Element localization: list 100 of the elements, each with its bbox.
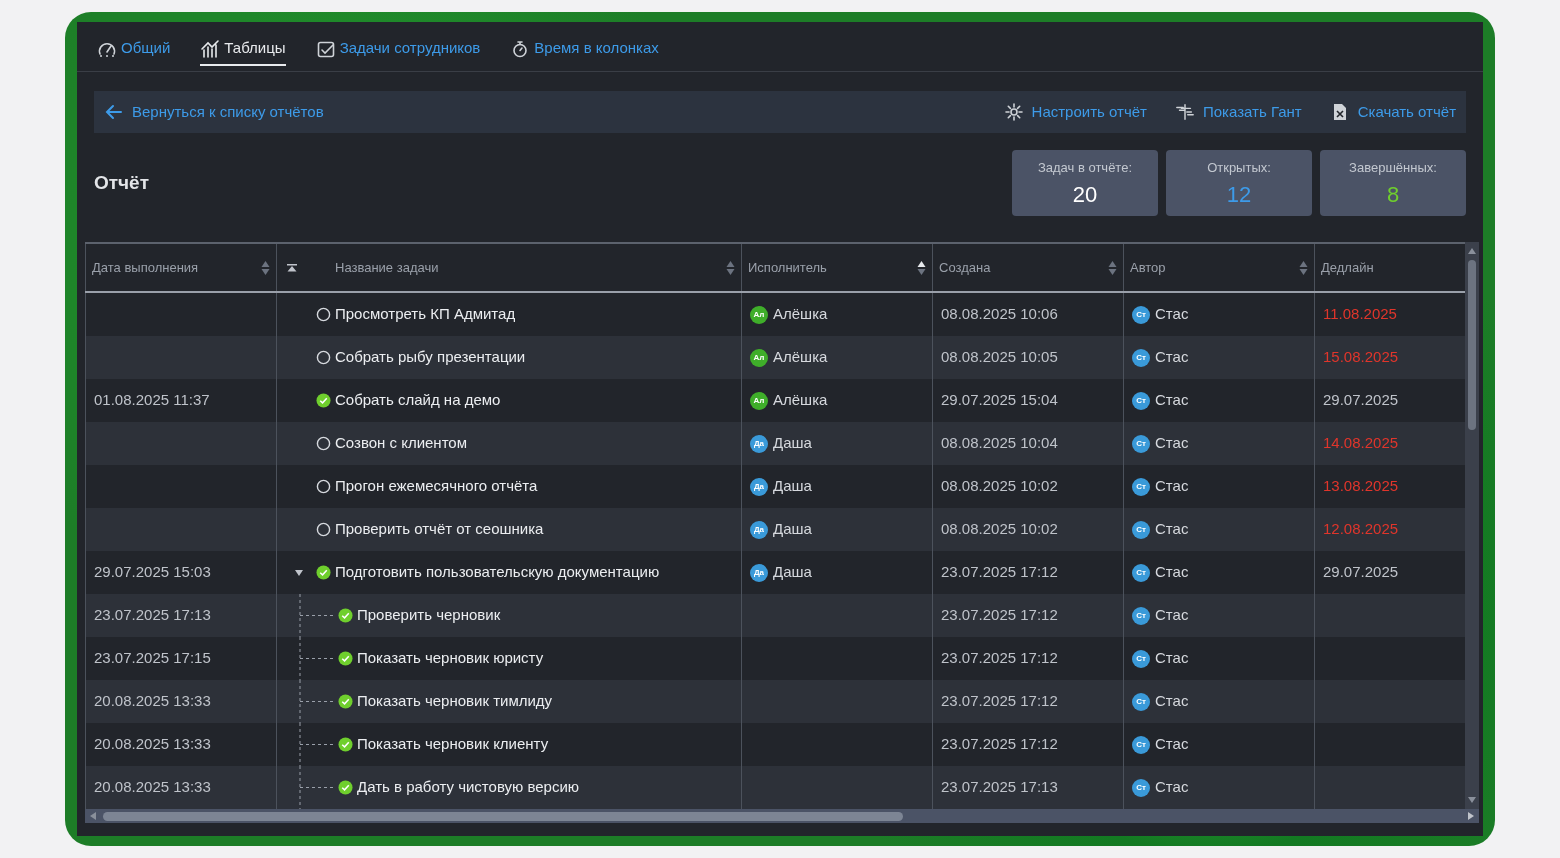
avatar: Ст — [1132, 778, 1150, 797]
completion-date: 23.07.2025 17:13 — [94, 605, 211, 626]
open-circle-icon[interactable] — [316, 479, 331, 494]
task-title: Подготовить пользовательскую документацию — [335, 562, 660, 583]
assignee-name: Алёшка — [773, 304, 828, 325]
scroll-thumb[interactable] — [1468, 260, 1476, 430]
author-name: Стас — [1155, 519, 1189, 540]
stat-label: Завершённых: — [1348, 159, 1438, 177]
column-header: Название задачи — [335, 258, 439, 277]
deadline-date: 15.08.2025 — [1323, 347, 1399, 368]
collapse-all-icon[interactable] — [287, 262, 297, 273]
author-name: Стас — [1155, 605, 1189, 626]
avatar: Ст — [1132, 305, 1150, 324]
task-title: Проверить черновик — [357, 605, 501, 626]
task-title: Созвон с клиентом — [335, 433, 467, 454]
column-header: Создана — [939, 258, 991, 277]
avatar: Ст — [1132, 649, 1150, 668]
author-name: Стас — [1155, 304, 1189, 325]
tab[interactable]: Время в колонках — [510, 37, 659, 66]
avatar: Ал — [750, 348, 768, 367]
back-link[interactable]: Вернуться к списку отчётов — [104, 100, 324, 124]
author-name: Стас — [1155, 347, 1189, 368]
assignee-name: Алёшка — [773, 347, 828, 368]
avatar: Да — [750, 477, 768, 496]
author-name: Стас — [1155, 734, 1189, 755]
task-title: Показать черновик тимлиду — [357, 691, 553, 712]
deadline-date: 11.08.2025 — [1323, 304, 1397, 325]
tab[interactable]: Таблицы — [200, 37, 286, 66]
open-circle-icon[interactable] — [316, 436, 331, 451]
sort-icon[interactable] — [917, 259, 926, 276]
expand-caret-icon[interactable] — [294, 568, 304, 577]
stat-value: 20 — [1071, 180, 1099, 209]
toolbar-action[interactable]: Показать Гант — [1174, 100, 1302, 124]
task-title: Собрать рыбу презентации — [335, 347, 526, 368]
author-name: Стас — [1155, 777, 1189, 798]
created-date: 23.07.2025 17:12 — [941, 691, 1058, 712]
task-title: Показать черновик клиенту — [357, 734, 549, 755]
created-date: 23.07.2025 17:12 — [941, 562, 1058, 583]
back-arrow-icon — [104, 102, 124, 122]
author-name: Стас — [1155, 476, 1189, 497]
created-date: 23.07.2025 17:12 — [941, 605, 1058, 626]
stat-label: Задач в отчёте: — [1036, 159, 1134, 177]
done-check-icon[interactable] — [338, 608, 353, 623]
tab[interactable]: Общий — [97, 37, 171, 66]
tab[interactable]: Задачи сотрудников — [315, 37, 481, 66]
avatar: Да — [750, 520, 768, 539]
scroll-right-icon[interactable] — [1467, 811, 1475, 821]
created-date: 08.08.2025 10:04 — [941, 433, 1058, 454]
avatar: Ст — [1132, 520, 1150, 539]
done-check-icon[interactable] — [338, 737, 353, 752]
assignee-name: Даша — [773, 476, 812, 497]
done-check-icon[interactable] — [338, 651, 353, 666]
scroll-down-icon[interactable] — [1467, 796, 1477, 804]
done-check-icon[interactable] — [338, 780, 353, 795]
open-circle-icon[interactable] — [316, 350, 331, 365]
assignee-name: Даша — [773, 433, 812, 454]
avatar: Да — [750, 434, 768, 453]
created-date: 08.08.2025 10:02 — [941, 519, 1058, 540]
done-check-icon[interactable] — [316, 393, 331, 408]
avatar: Ст — [1132, 563, 1150, 582]
scroll-up-icon[interactable] — [1467, 247, 1477, 255]
task-title: Просмотреть КП Адмитад — [335, 304, 516, 325]
created-date: 23.07.2025 17:12 — [941, 648, 1058, 669]
vertical-scrollbar[interactable] — [1465, 242, 1479, 809]
assignee-name: Алёшка — [773, 390, 828, 411]
completion-date: 29.07.2025 15:03 — [94, 562, 211, 583]
avatar: Ст — [1132, 477, 1150, 496]
created-date: 23.07.2025 17:13 — [941, 777, 1058, 798]
task-title: Собрать слайд на демо — [335, 390, 501, 411]
toolbar-action[interactable]: Настроить отчёт — [1003, 100, 1147, 124]
horizontal-scrollbar[interactable] — [85, 809, 1479, 823]
deadline-date: 12.08.2025 — [1323, 519, 1399, 540]
task-title: Дать в работу чистовую версию — [357, 777, 580, 798]
completion-date: 20.08.2025 13:33 — [94, 691, 211, 712]
created-date: 23.07.2025 17:12 — [941, 734, 1058, 755]
deadline-date: 13.08.2025 — [1323, 476, 1399, 497]
toolbar-action[interactable]: Скачать отчёт — [1329, 100, 1456, 124]
author-name: Стас — [1155, 390, 1189, 411]
done-check-icon[interactable] — [316, 565, 331, 580]
avatar: Ал — [750, 305, 768, 324]
done-check-icon[interactable] — [338, 694, 353, 709]
deadline-date: 29.07.2025 — [1323, 562, 1399, 583]
stat-value: 12 — [1225, 180, 1253, 209]
author-name: Стас — [1155, 562, 1189, 583]
column-header: Дата выполнения — [92, 258, 199, 277]
author-name: Стас — [1155, 648, 1189, 669]
created-date: 08.08.2025 10:02 — [941, 476, 1058, 497]
avatar: Ст — [1132, 348, 1150, 367]
completion-date: 23.07.2025 17:15 — [94, 648, 211, 669]
avatar: Ст — [1132, 735, 1150, 754]
avatar: Ст — [1132, 606, 1150, 625]
open-circle-icon[interactable] — [316, 522, 331, 537]
avatar: Ст — [1132, 434, 1150, 453]
open-circle-icon[interactable] — [316, 307, 331, 322]
assignee-name: Даша — [773, 519, 812, 540]
completion-date: 20.08.2025 13:33 — [94, 734, 211, 755]
author-name: Стас — [1155, 433, 1189, 454]
scroll-thumb[interactable] — [103, 811, 903, 821]
column-header: Автор — [1130, 258, 1166, 277]
avatar: Ст — [1132, 391, 1150, 410]
